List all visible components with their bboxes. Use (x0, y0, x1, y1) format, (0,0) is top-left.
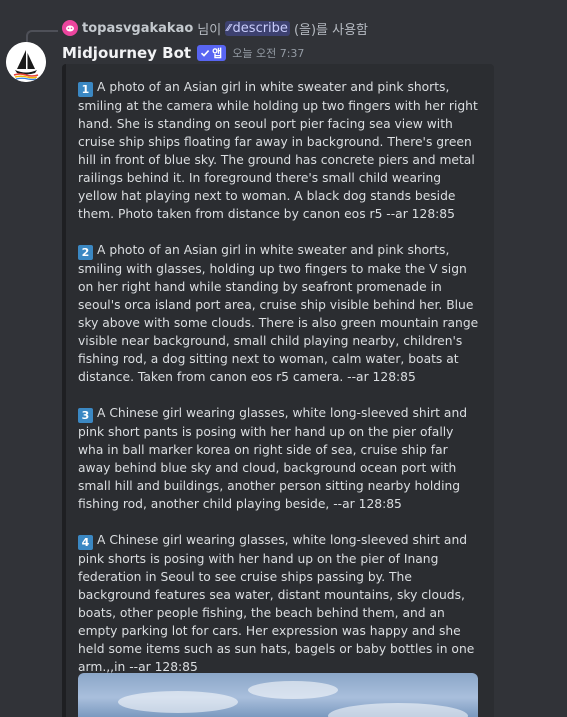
description-item: 3A Chinese girl wearing glasses, white l… (78, 404, 480, 513)
number-badge: 4 (78, 535, 93, 550)
command-name: describe (232, 20, 288, 36)
image-cloud (328, 703, 468, 717)
description-item: 2A photo of an Asian girl in white sweat… (78, 241, 480, 386)
checkmark-icon (201, 50, 210, 57)
command-mention[interactable]: ⁄⁄ describe (225, 20, 290, 36)
app-badge-label: 앱 (212, 47, 223, 60)
embed-image[interactable] (78, 673, 478, 717)
discord-logo-icon[interactable] (62, 20, 78, 36)
description-text: A Chinese girl wearing glasses, white lo… (78, 406, 468, 511)
slash-command-icon: ⁄⁄ (227, 22, 231, 34)
image-cloud (118, 691, 238, 713)
description-text: A Chinese girl wearing glasses, white lo… (78, 533, 475, 674)
image-cloud (248, 681, 338, 699)
number-badge: 2 (78, 245, 93, 260)
description-item: 1A photo of an Asian girl in white sweat… (78, 78, 480, 223)
message-timestamp: 오늘 오전 7:37 (232, 47, 305, 60)
reply-suffix-text: (을)를 사용함 (293, 22, 369, 38)
description-item: 4A Chinese girl wearing glasses, white l… (78, 531, 480, 676)
describe-embed: 1A photo of an Asian girl in white sweat… (62, 64, 494, 717)
app-badge: 앱 (197, 45, 227, 61)
bot-name[interactable]: Midjourney Bot (62, 44, 191, 62)
message-header: Midjourney Bot 앱 오늘 오전 7:37 (62, 42, 304, 64)
bot-avatar[interactable] (6, 42, 46, 82)
sailboat-logo-icon (6, 42, 46, 82)
reply-reference[interactable]: topasvgakakao 님이 ⁄⁄ describe (을)를 사용함 (62, 18, 368, 38)
reply-connector-text: 님이 (197, 22, 222, 38)
reply-username[interactable]: topasvgakakao (82, 21, 193, 36)
number-badge: 3 (78, 408, 93, 423)
description-text: A photo of an Asian girl in white sweate… (78, 243, 479, 384)
number-badge: 1 (78, 82, 93, 97)
description-text: A photo of an Asian girl in white sweate… (78, 80, 478, 221)
reply-connector-line (26, 30, 58, 42)
